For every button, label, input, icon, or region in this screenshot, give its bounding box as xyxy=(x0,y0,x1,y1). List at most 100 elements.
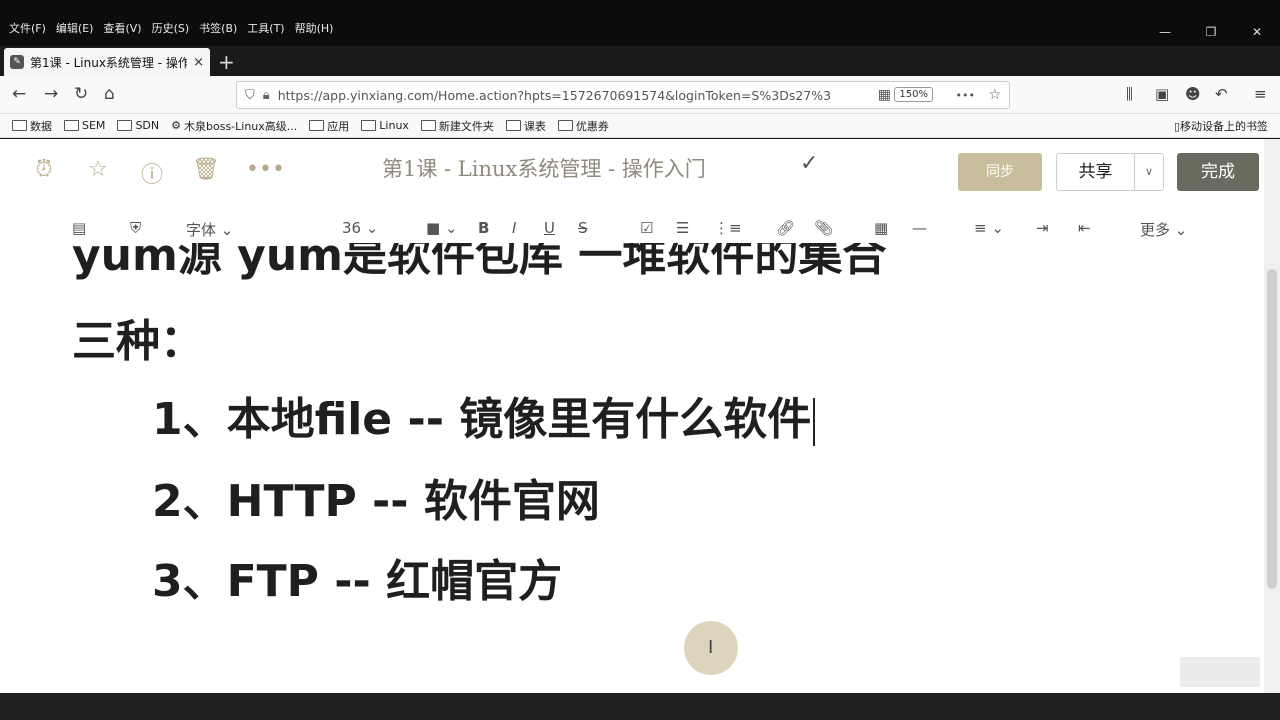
page-actions-button[interactable]: ••• xyxy=(956,89,975,102)
note-template-icon[interactable]: ▤ xyxy=(72,219,86,237)
bookmark-folder[interactable]: 新建文件夹 xyxy=(420,118,494,134)
qr-code-icon[interactable]: ▦ xyxy=(878,87,891,103)
saved-check-icon: ✓ xyxy=(800,151,819,176)
info-icon[interactable]: ⓘ xyxy=(138,157,166,189)
menu-help[interactable]: 帮助(H) xyxy=(292,20,337,36)
bold-icon[interactable]: B xyxy=(478,219,489,237)
menu-bar: 文件(F) 编辑(E) 查看(V) 历史(S) 书签(B) 工具(T) 帮助(H… xyxy=(0,0,1280,46)
menu-file[interactable]: 文件(F) xyxy=(6,20,49,36)
bookmark-folder[interactable]: Linux xyxy=(361,119,409,132)
underline-icon[interactable]: U xyxy=(544,219,555,237)
text-color-dropdown[interactable]: ■ ⌄ xyxy=(426,219,458,237)
sync-button[interactable]: 同步 xyxy=(958,153,1042,191)
trash-icon[interactable]: 🗑︎ xyxy=(192,157,220,189)
bookmark-link[interactable]: ⚙ 木泉boss-Linux高级... xyxy=(171,118,297,134)
checkbox-icon[interactable]: ☑ xyxy=(640,219,653,237)
undo-close-icon[interactable]: ↶ xyxy=(1215,85,1228,103)
new-tab-button[interactable]: + xyxy=(218,50,235,74)
bookmark-folder[interactable]: 优惠券 xyxy=(557,118,609,134)
outdent-icon[interactable]: ⇤ xyxy=(1078,219,1091,237)
attachment-icon[interactable]: 📎︎ xyxy=(814,219,833,237)
folder-icon xyxy=(557,120,573,131)
browser-tab[interactable]: ✎ 第1课 - Linux系统管理 - 操作入门 × xyxy=(4,48,210,76)
reload-icon[interactable]: ↻ xyxy=(74,84,88,104)
menu-items: 文件(F) 编辑(E) 查看(V) 历史(S) 书签(B) 工具(T) 帮助(H… xyxy=(6,20,336,36)
bookmark-label: 木泉boss-Linux高级... xyxy=(184,119,298,133)
mobile-bookmarks[interactable]: ▯移动设备上的书签 xyxy=(1174,118,1268,134)
page-scrollbar[interactable] xyxy=(1264,139,1280,693)
numbered-list-icon[interactable]: ⋮≡ xyxy=(714,219,742,237)
indent-icon[interactable]: ⇥ xyxy=(1036,219,1049,237)
done-button[interactable]: 完成 xyxy=(1177,153,1259,191)
bookmark-label: 优惠券 xyxy=(575,119,609,133)
account-icon[interactable]: ☻ xyxy=(1185,85,1201,103)
forward-arrow-icon[interactable]: → xyxy=(44,84,58,104)
back-arrow-icon[interactable]: ← xyxy=(12,84,26,104)
zoom-level-badge[interactable]: 150% xyxy=(894,87,933,102)
italic-icon[interactable]: I xyxy=(512,219,516,237)
font-family-label: 字体 xyxy=(186,221,217,239)
bookmark-folder[interactable]: 数据 xyxy=(12,118,52,134)
font-size-dropdown[interactable]: 36 ⌄ xyxy=(342,219,378,237)
menu-edit[interactable]: 编辑(E) xyxy=(53,20,97,36)
bullet-list-icon[interactable]: ☰ xyxy=(676,219,689,237)
close-window-button[interactable]: ✕ xyxy=(1234,22,1280,42)
bookmarks-bar: 数据 SEM SDN ⚙ 木泉boss-Linux高级... 应用 Linux 新… xyxy=(0,114,1280,138)
sidebar-icon[interactable]: ▣ xyxy=(1155,85,1169,103)
bookmark-label: 新建文件夹 xyxy=(438,119,494,133)
link-icon[interactable]: 🔗︎ xyxy=(776,219,795,237)
note-actions: ⏰︎ ☆ ⓘ 🗑︎ ••• xyxy=(30,157,285,189)
share-label[interactable]: 共享 xyxy=(1057,154,1135,190)
folder-icon xyxy=(64,120,79,131)
lock-note-icon[interactable]: ⛨ xyxy=(130,219,141,237)
restore-button[interactable]: ❐ xyxy=(1188,22,1234,42)
font-size-label: 36 xyxy=(342,219,362,237)
lock-icon[interactable]: 🔒︎ xyxy=(263,88,270,103)
font-family-dropdown[interactable]: 字体 ⌄ xyxy=(186,219,233,240)
hamburger-menu-icon[interactable]: ≡ xyxy=(1254,85,1267,103)
chevron-down-icon: ⌄ xyxy=(991,219,1004,237)
menu-view[interactable]: 查看(V) xyxy=(100,20,144,36)
chevron-down-icon[interactable]: ∨ xyxy=(1135,154,1163,190)
bookmark-folder[interactable]: 应用 xyxy=(309,118,349,134)
bookmark-label: SEM xyxy=(82,119,106,132)
url-text[interactable]: https://app.yinxiang.com/Home.action?hpt… xyxy=(278,88,838,103)
content-list-item: 2、HTTP -- 软件官网 xyxy=(152,476,600,527)
menu-history[interactable]: 历史(S) xyxy=(149,20,193,36)
folder-icon xyxy=(309,120,325,131)
library-icon[interactable]: ⫼ xyxy=(1126,85,1133,103)
more-format-label: 更多 xyxy=(1140,221,1171,239)
shortcut-star-icon[interactable]: ☆ xyxy=(84,157,112,189)
strikethrough-icon[interactable]: S xyxy=(578,219,588,237)
tab-title: 第1课 - Linux系统管理 - 操作入门 xyxy=(30,55,188,70)
note-editor[interactable]: yum源 yum是软件包库 一堆软件的集合 三种： 1、本地file -- 镜像… xyxy=(0,243,1264,693)
align-dropdown[interactable]: ≡ ⌄ xyxy=(974,219,1004,237)
home-icon[interactable]: ⌂ xyxy=(104,84,115,104)
align-left-icon: ≡ xyxy=(974,219,987,237)
note-page: ⏰︎ ☆ ⓘ 🗑︎ ••• 第1课 - Linux系统管理 - 操作入门 ✓ 同… xyxy=(0,139,1264,693)
scrollbar-thumb[interactable] xyxy=(1267,269,1277,589)
note-title[interactable]: 第1课 - Linux系统管理 - 操作入门 xyxy=(382,153,706,183)
evernote-favicon-icon: ✎ xyxy=(10,55,24,69)
more-format-dropdown[interactable]: 更多 ⌄ xyxy=(1140,219,1187,240)
gear-icon: ⚙ xyxy=(171,119,181,132)
folder-icon xyxy=(420,120,436,131)
reminder-alarm-icon[interactable]: ⏰︎ xyxy=(30,157,58,189)
bookmark-star-icon[interactable]: ☆ xyxy=(988,87,1001,103)
folder-icon xyxy=(12,120,27,131)
more-options-icon[interactable]: ••• xyxy=(246,157,285,189)
bookmark-folder[interactable]: SEM xyxy=(64,119,105,132)
table-icon[interactable]: ▦ xyxy=(874,219,888,237)
shield-icon[interactable]: ⛉ xyxy=(245,88,255,103)
bookmark-folder[interactable]: SDN xyxy=(117,119,159,132)
navigation-bar: ← → ↻ ⌂ ⛉ 🔒︎ https://app.yinxiang.com/Ho… xyxy=(0,76,1280,114)
horizontal-rule-icon[interactable]: — xyxy=(912,219,927,237)
menu-tools[interactable]: 工具(T) xyxy=(244,20,287,36)
bookmark-label: Linux xyxy=(379,119,409,132)
share-button[interactable]: 共享 ∨ xyxy=(1056,153,1164,191)
menu-bookmarks[interactable]: 书签(B) xyxy=(196,20,240,36)
minimize-button[interactable]: — xyxy=(1142,22,1188,42)
bookmark-folder[interactable]: 课表 xyxy=(505,118,546,134)
tab-close-icon[interactable]: × xyxy=(193,55,204,70)
url-bar[interactable]: ⛉ 🔒︎ https://app.yinxiang.com/Home.actio… xyxy=(236,81,1010,109)
